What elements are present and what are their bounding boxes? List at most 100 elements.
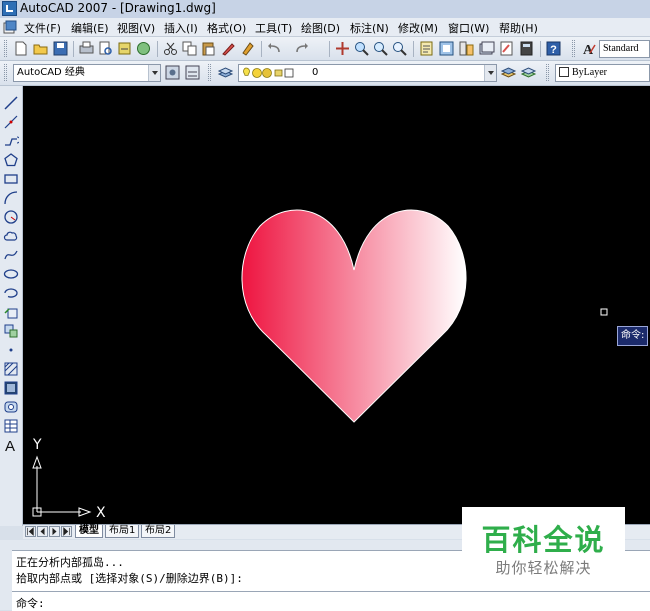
tab-model[interactable]: 模型	[75, 525, 103, 538]
markup-set-icon[interactable]	[498, 40, 515, 57]
menu-file[interactable]: 文件(F)	[24, 20, 61, 36]
ucs-x-label: X	[96, 505, 106, 521]
menu-modify[interactable]: 修改(M)	[398, 20, 438, 36]
open-folder-icon[interactable]	[32, 40, 49, 57]
zoom-previous-icon[interactable]	[391, 40, 408, 57]
layer-dropdown[interactable]: 0	[238, 64, 497, 82]
menu-dimension[interactable]: 标注(N)	[350, 20, 389, 36]
toolbar-grip[interactable]	[208, 64, 211, 81]
my-workspace-icon[interactable]	[184, 64, 201, 81]
menu-window[interactable]: 窗口(W)	[448, 20, 489, 36]
color-value: ByLayer	[572, 67, 607, 78]
quickcalc-icon[interactable]	[518, 40, 535, 57]
menu-format[interactable]: 格式(O)	[207, 20, 246, 36]
point-tool-icon[interactable]	[3, 342, 19, 358]
toolbar-grip[interactable]	[546, 64, 549, 81]
gradient-tool-icon[interactable]	[3, 380, 19, 396]
first-tab-icon[interactable]	[25, 526, 36, 537]
menu-insert[interactable]: 插入(I)	[164, 20, 198, 36]
previous-tab-icon[interactable]	[37, 526, 48, 537]
new-file-icon[interactable]	[12, 40, 29, 57]
print-icon[interactable]	[78, 40, 95, 57]
toolbar-separator	[329, 41, 330, 57]
tab-layout2[interactable]: 布局2	[141, 525, 176, 538]
color-swatch	[559, 67, 569, 77]
save-icon[interactable]	[52, 40, 69, 57]
menu-edit[interactable]: 编辑(E)	[71, 20, 109, 36]
menu-help[interactable]: 帮助(H)	[499, 20, 538, 36]
properties-icon[interactable]	[418, 40, 435, 57]
block-editor-icon[interactable]	[240, 40, 257, 57]
tab-layout1[interactable]: 布局1	[105, 525, 140, 538]
line-tool-icon[interactable]	[3, 95, 19, 111]
copy-icon[interactable]	[181, 40, 198, 57]
cut-icon[interactable]	[162, 40, 179, 57]
title-bar: AutoCAD 2007 - [Drawing1.dwg]	[0, 0, 650, 19]
table-tool-icon[interactable]	[3, 418, 19, 434]
layer-previous-icon[interactable]	[520, 64, 537, 81]
paste-icon[interactable]	[200, 40, 217, 57]
spline-tool-icon[interactable]	[3, 247, 19, 263]
canvas-svg: Y X	[32, 209, 608, 521]
help-icon[interactable]: ?	[545, 40, 562, 57]
zoom-realtime-icon[interactable]	[353, 40, 370, 57]
make-object-layer-current-icon[interactable]	[500, 64, 517, 81]
undo-icon[interactable]	[266, 40, 283, 57]
make-block-icon[interactable]	[3, 323, 19, 339]
menu-tools[interactable]: 工具(T)	[255, 20, 292, 36]
multiline-text-icon[interactable]: A	[3, 437, 19, 453]
menu-bar: 文件(F) 编辑(E) 视图(V) 插入(I) 格式(O) 工具(T) 绘图(D…	[0, 18, 650, 37]
insert-block-icon[interactable]	[3, 304, 19, 320]
chevron-down-icon[interactable]	[484, 65, 496, 81]
watermark-title: 百科全说	[481, 523, 606, 557]
region-tool-icon[interactable]	[3, 399, 19, 415]
polyline-tool-icon[interactable]	[3, 133, 19, 149]
publish-web-icon[interactable]	[135, 40, 152, 57]
design-center-icon[interactable]	[438, 40, 455, 57]
polygon-tool-icon[interactable]	[3, 152, 19, 168]
command-input[interactable]: 命令:	[12, 591, 650, 611]
chevron-down-icon[interactable]	[148, 65, 160, 81]
toolbar-grip[interactable]	[572, 40, 575, 57]
window-title: AutoCAD 2007 - [Drawing1.dwg]	[20, 1, 216, 15]
revision-cloud-icon[interactable]	[3, 228, 19, 244]
construction-line-icon[interactable]	[3, 114, 19, 130]
menu-view[interactable]: 视图(V)	[117, 20, 155, 36]
drawing-canvas[interactable]: Y X 命令:	[23, 86, 650, 524]
rectangle-tool-icon[interactable]	[3, 171, 19, 187]
publish-icon[interactable]	[116, 40, 133, 57]
text-style-icon[interactable]: A	[580, 40, 597, 57]
redo-icon[interactable]	[293, 40, 310, 57]
autocad-app-icon[interactable]	[2, 1, 17, 16]
match-properties-icon[interactable]	[220, 40, 237, 57]
layer-properties-icon[interactable]	[217, 64, 234, 81]
workspace-dropdown-value: AutoCAD 经典	[17, 67, 85, 78]
ucs-icon	[32, 455, 92, 517]
color-dropdown[interactable]: ByLayer	[555, 64, 650, 82]
ucs-y-label: Y	[32, 437, 42, 453]
watermark-logo: 百科全说 助你轻松解决	[462, 507, 625, 587]
ellipse-tool-icon[interactable]	[3, 266, 19, 282]
circle-tool-icon[interactable]	[3, 209, 19, 225]
current-layer-name: 0	[312, 67, 319, 78]
toolbar-grip[interactable]	[4, 64, 7, 81]
last-tab-icon[interactable]	[61, 526, 72, 537]
menu-draw[interactable]: 绘图(D)	[301, 20, 340, 36]
workspace-settings-icon[interactable]	[164, 64, 181, 81]
next-tab-icon[interactable]	[49, 526, 60, 537]
tool-palettes-icon[interactable]	[458, 40, 475, 57]
workspace-dropdown[interactable]: AutoCAD 经典	[13, 64, 161, 82]
pan-icon[interactable]	[334, 40, 351, 57]
print-preview-icon[interactable]	[97, 40, 114, 57]
arc-tool-icon[interactable]	[3, 190, 19, 206]
gradient-heart-shape[interactable]	[241, 209, 467, 423]
text-style-dropdown[interactable]: Standard	[599, 40, 650, 58]
zoom-window-icon[interactable]	[372, 40, 389, 57]
cursor-pickbox	[600, 308, 608, 316]
svg-text:?: ?	[550, 44, 557, 56]
document-icon[interactable]	[3, 20, 17, 34]
sheet-set-icon[interactable]	[478, 40, 495, 57]
ellipse-arc-icon[interactable]	[3, 285, 19, 301]
toolbar-grip[interactable]	[4, 40, 7, 57]
hatch-tool-icon[interactable]	[3, 361, 19, 377]
